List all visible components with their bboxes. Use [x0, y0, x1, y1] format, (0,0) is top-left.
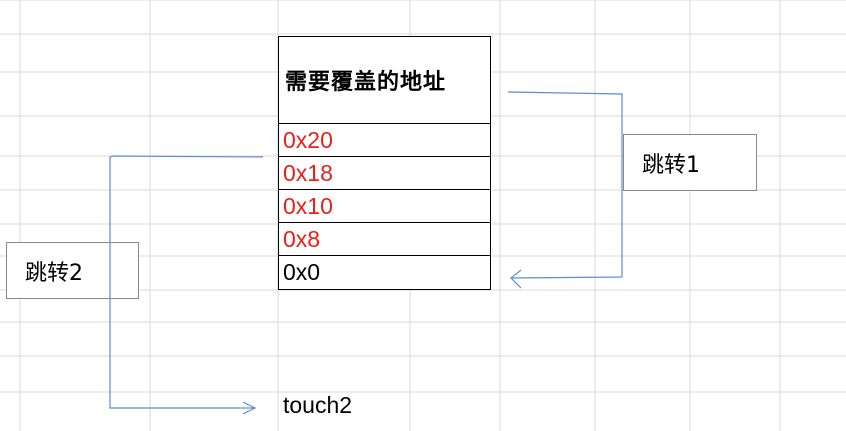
jump-1-box: 跳转1 [623, 134, 757, 191]
address-cell: 0x8 [279, 223, 490, 256]
table-header: 需要覆盖的地址 [279, 37, 490, 124]
address-cell: 0x0 [283, 259, 321, 285]
address-cell: 0x18 [279, 157, 490, 190]
address-cell: 0x10 [279, 190, 490, 223]
address-cell: 0x20 [279, 124, 490, 157]
address-table: 需要覆盖的地址 0x20 0x18 0x10 0x8 0x0 [278, 36, 491, 290]
touch2-label: touch2 [283, 392, 353, 418]
jump-2-box: 跳转2 [6, 242, 139, 299]
